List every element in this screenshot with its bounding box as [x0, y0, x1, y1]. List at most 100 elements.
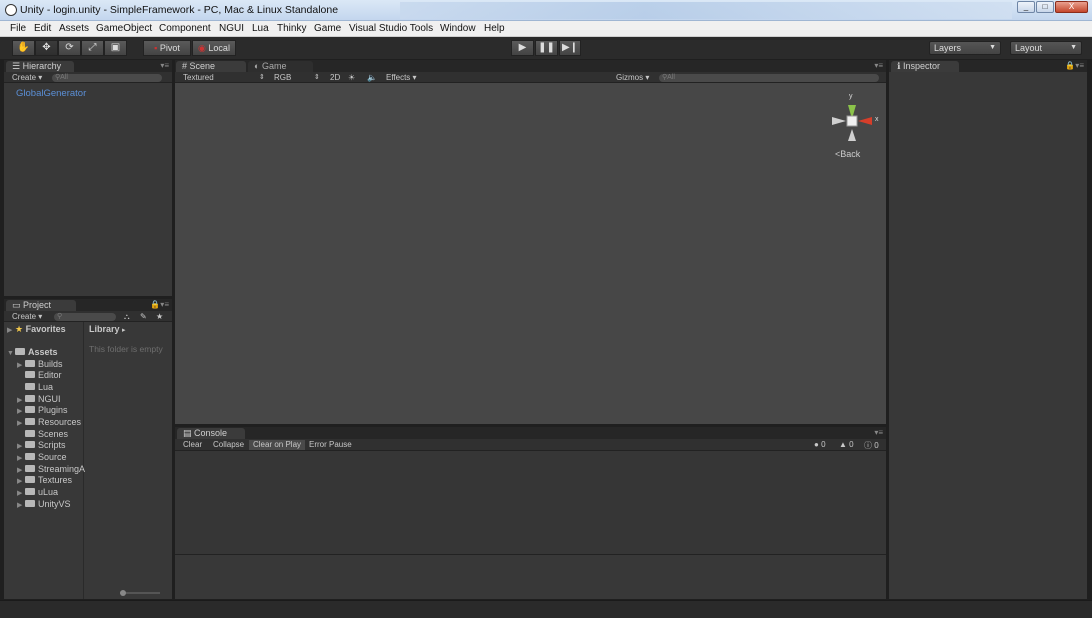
panel-menu-icon[interactable]: 🔒▾≡ — [1065, 61, 1084, 70]
minimize-button[interactable]: _ — [1017, 1, 1035, 13]
tab-inspector[interactable]: ℹ Inspector — [891, 61, 959, 72]
tab-hierarchy[interactable]: ☰ Hierarchy — [6, 61, 74, 72]
console-log-list[interactable] — [175, 451, 886, 555]
panel-menu-icon[interactable]: ▾≡ — [874, 61, 883, 70]
menu-file[interactable]: File — [10, 23, 26, 34]
menu-component[interactable]: Component — [159, 23, 211, 34]
error-count-toggle[interactable]: ● 0 — [814, 440, 826, 449]
step-button[interactable]: ▶❙ — [559, 40, 581, 56]
error-icon: ● — [814, 440, 819, 449]
project-search-input[interactable]: ⚲ — [54, 313, 116, 321]
maximize-button[interactable]: □ — [1036, 1, 1054, 13]
window-title-bar[interactable]: Unity - login.unity - SimpleFramework - … — [0, 0, 1092, 21]
warning-icon: ▲ — [839, 440, 847, 449]
scene-viewport[interactable] — [175, 83, 886, 424]
console-clear-button[interactable]: Clear — [183, 440, 202, 449]
tree-folder-scenes[interactable]: Scenes — [17, 429, 68, 440]
project-create-button[interactable]: Create ▾ — [12, 312, 42, 321]
menu-thinky[interactable]: Thinky — [277, 23, 306, 34]
hand-tool-button[interactable]: ✋ — [12, 40, 35, 56]
tab-scene[interactable]: # Scene — [176, 61, 246, 72]
tree-folder-editor[interactable]: Editor — [17, 370, 62, 381]
layers-dropdown[interactable]: Layers ▼ — [929, 41, 1001, 55]
hierarchy-item-globalgenerator[interactable]: GlobalGenerator — [16, 88, 86, 99]
menu-gameobject[interactable]: GameObject — [96, 23, 152, 34]
hierarchy-icon: ☰ — [12, 61, 21, 71]
panel-menu-icon[interactable]: ▾≡ — [160, 61, 169, 70]
warning-count-toggle[interactable]: ▲ 0 — [839, 440, 854, 449]
tree-assets[interactable]: ▼ Assets — [7, 347, 58, 358]
tree-folder-ngui[interactable]: ▶ NGUI — [17, 394, 61, 405]
hierarchy-create-button[interactable]: Create ▾ — [12, 73, 42, 82]
scale-tool-button[interactable]: ⤢ — [81, 40, 104, 56]
menu-edit[interactable]: Edit — [34, 23, 51, 34]
close-button[interactable]: X — [1055, 1, 1088, 13]
folder-label: Resources — [38, 417, 82, 427]
move-tool-button[interactable]: ✥ — [35, 40, 58, 56]
pause-button[interactable]: ❚❚ — [535, 40, 558, 56]
menu-assets[interactable]: Assets — [59, 23, 89, 34]
2d-toggle[interactable]: 2D — [330, 73, 340, 82]
tab-console[interactable]: ▤ Console — [177, 428, 245, 439]
tree-folder-scripts[interactable]: ▶ Scripts — [17, 440, 66, 451]
favorite-star-icon[interactable]: ★ — [156, 312, 163, 321]
menu-lua[interactable]: Lua — [252, 23, 269, 34]
audio-icon[interactable]: 🔈 — [367, 73, 377, 82]
view-label[interactable]: <Back — [835, 149, 860, 159]
gizmo-x-label: x — [875, 116, 879, 123]
scene-orientation-gizmo[interactable]: y x <Back — [824, 93, 884, 165]
gizmos-dropdown[interactable]: Gizmos ▾ — [616, 73, 649, 82]
render-mode-dropdown[interactable]: RGB — [274, 73, 291, 82]
tree-folder-resources[interactable]: ▶ Resources — [17, 417, 81, 428]
menu-visual-studio-tools[interactable]: Visual Studio Tools — [349, 23, 433, 34]
draw-mode-dropdown[interactable]: Textured — [183, 73, 214, 82]
folder-icon — [25, 371, 35, 379]
tree-folder-lua[interactable]: Lua — [17, 382, 53, 393]
menu-window[interactable]: Window — [440, 23, 476, 34]
zoom-slider-handle[interactable] — [120, 590, 126, 596]
scene-search-input[interactable]: ⚲All — [659, 74, 879, 82]
hierarchy-search-input[interactable]: ⚲All — [52, 74, 162, 82]
effects-dropdown[interactable]: Effects ▾ — [386, 73, 417, 82]
local-toggle[interactable]: ◉ Local — [192, 40, 236, 56]
console-collapse-button[interactable]: Collapse — [213, 440, 244, 449]
folder-label: UnityVS — [38, 499, 71, 509]
tree-favorites[interactable]: ▶ ★ Favorites — [7, 324, 66, 335]
zoom-slider[interactable] — [120, 592, 160, 594]
menu-game[interactable]: Game — [314, 23, 341, 34]
pivot-toggle[interactable]: ▪ Pivot — [143, 40, 191, 56]
tree-folder-streamingassets[interactable]: ▶ StreamingA — [17, 464, 85, 475]
play-button[interactable]: ▶ — [511, 40, 534, 56]
tab-game[interactable]: ◐ Game — [248, 61, 313, 72]
filter-label-icon[interactable]: ✎ — [140, 312, 147, 321]
effects-label: Effects — [386, 73, 411, 82]
inspector-panel: ℹ Inspector 🔒▾≡ — [889, 60, 1087, 599]
tree-folder-plugins[interactable]: ▶ Plugins — [17, 405, 68, 416]
tree-folder-ulua[interactable]: ▶ uLua — [17, 487, 58, 498]
breadcrumb[interactable]: Library ▸ — [89, 324, 126, 335]
folder-icon — [25, 395, 35, 403]
rect-tool-button[interactable]: ▣ — [104, 40, 127, 56]
rect-icon: ▣ — [110, 42, 121, 53]
pivot-label: Pivot — [159, 43, 180, 53]
layout-dropdown[interactable]: Layout ▼ — [1010, 41, 1082, 55]
console-clear-on-play-toggle[interactable]: Clear on Play — [249, 440, 306, 450]
lighting-icon[interactable]: ☀ — [348, 73, 355, 82]
panel-menu-icon[interactable]: ▾≡ — [874, 428, 883, 437]
log-count-toggle[interactable]: ⓘ 0 — [864, 440, 879, 451]
tree-folder-source[interactable]: ▶ Source — [17, 452, 67, 463]
folder-icon — [25, 453, 35, 461]
tree-folder-textures[interactable]: ▶ Textures — [17, 475, 72, 486]
menu-ngui[interactable]: NGUI — [219, 23, 244, 34]
tree-folder-unityvs[interactable]: ▶ UnityVS — [17, 499, 71, 510]
filter-type-icon[interactable]: ⛬ — [124, 312, 130, 322]
tree-folder-builds[interactable]: ▶ Builds — [17, 359, 63, 370]
hierarchy-tabstrip: ☰ Hierarchy ▾≡ — [4, 60, 172, 72]
breadcrumb-library: Library — [89, 324, 120, 334]
menu-help[interactable]: Help — [484, 23, 505, 34]
panel-menu-icon[interactable]: 🔒▾≡ — [150, 300, 169, 309]
rotate-tool-button[interactable]: ⟳ — [58, 40, 81, 56]
tab-project[interactable]: ▭ Project — [6, 300, 76, 311]
console-error-pause-button[interactable]: Error Pause — [309, 440, 352, 449]
local-label: Local — [208, 43, 230, 53]
